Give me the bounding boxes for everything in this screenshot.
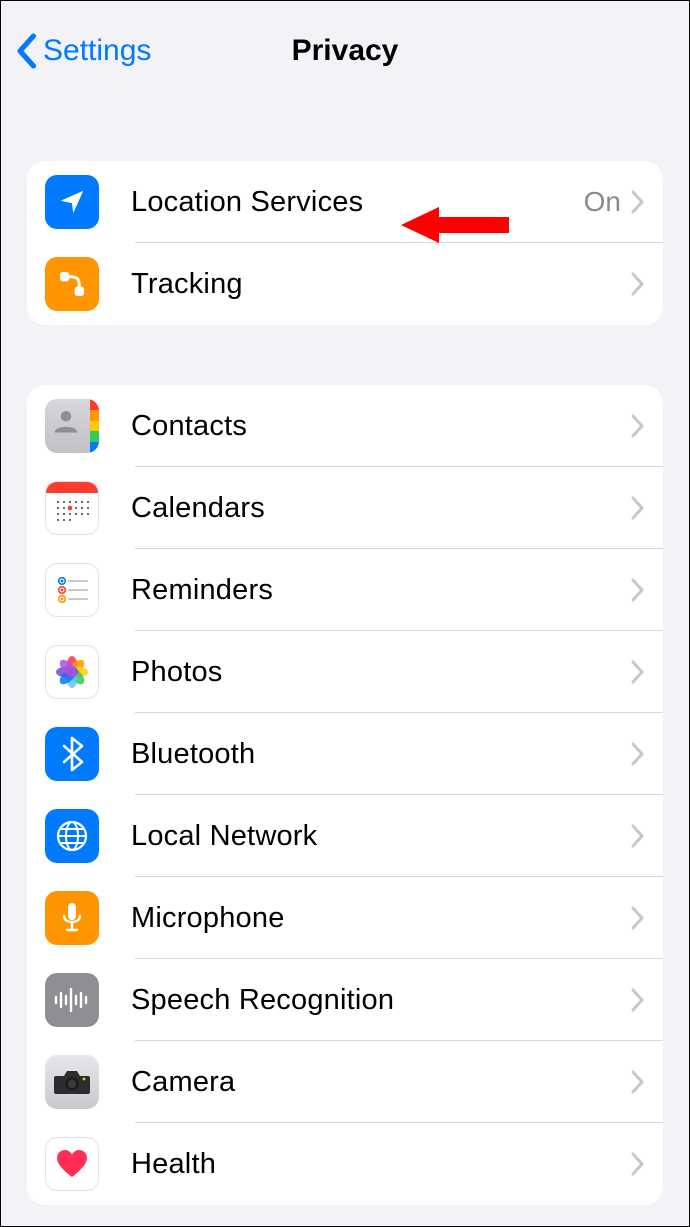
row-calendars[interactable]: Calendars (27, 467, 663, 549)
chevron-right-icon (631, 190, 645, 214)
chevron-left-icon (15, 33, 37, 69)
row-health[interactable]: Health (27, 1123, 663, 1205)
chevron-right-icon (631, 1152, 645, 1176)
group-privacy-apps: Contacts Calendars (27, 385, 663, 1205)
row-label: Speech Recognition (131, 984, 631, 1017)
row-label: Tracking (131, 268, 631, 301)
health-icon (45, 1137, 99, 1191)
camera-icon (45, 1055, 99, 1109)
bluetooth-icon (45, 727, 99, 781)
row-contacts[interactable]: Contacts (27, 385, 663, 467)
row-tracking[interactable]: Tracking (27, 243, 663, 325)
chevron-right-icon (631, 988, 645, 1012)
chevron-right-icon (631, 742, 645, 766)
navigation-bar: Settings Privacy (1, 1, 689, 101)
row-label: Bluetooth (131, 738, 631, 771)
photos-icon (45, 645, 99, 699)
calendars-icon (45, 481, 99, 535)
row-microphone[interactable]: Microphone (27, 877, 663, 959)
chevron-right-icon (631, 578, 645, 602)
location-icon (45, 175, 99, 229)
row-label: Calendars (131, 492, 631, 525)
row-local-network[interactable]: Local Network (27, 795, 663, 877)
row-value: On (584, 186, 621, 218)
row-label: Photos (131, 656, 631, 689)
row-label: Camera (131, 1066, 631, 1099)
row-label: Local Network (131, 820, 631, 853)
row-label: Location Services (131, 186, 584, 219)
row-location-services[interactable]: Location Services On (27, 161, 663, 243)
row-bluetooth[interactable]: Bluetooth (27, 713, 663, 795)
back-button[interactable]: Settings (15, 33, 151, 69)
chevron-right-icon (631, 496, 645, 520)
chevron-right-icon (631, 906, 645, 930)
chevron-right-icon (631, 414, 645, 438)
annotation-arrow (401, 203, 511, 252)
row-camera[interactable]: Camera (27, 1041, 663, 1123)
row-photos[interactable]: Photos (27, 631, 663, 713)
chevron-right-icon (631, 1070, 645, 1094)
group-location-tracking: Location Services On Tracking (27, 161, 663, 325)
row-label: Contacts (131, 410, 631, 443)
back-label: Settings (43, 34, 151, 68)
reminders-icon (45, 563, 99, 617)
speech-icon (45, 973, 99, 1027)
chevron-right-icon (631, 824, 645, 848)
tracking-icon (45, 257, 99, 311)
microphone-icon (45, 891, 99, 945)
chevron-right-icon (631, 660, 645, 684)
row-reminders[interactable]: Reminders (27, 549, 663, 631)
network-icon (45, 809, 99, 863)
contacts-icon (45, 399, 99, 453)
chevron-right-icon (631, 272, 645, 296)
row-label: Microphone (131, 902, 631, 935)
row-label: Health (131, 1148, 631, 1181)
row-speech-recognition[interactable]: Speech Recognition (27, 959, 663, 1041)
row-label: Reminders (131, 574, 631, 607)
